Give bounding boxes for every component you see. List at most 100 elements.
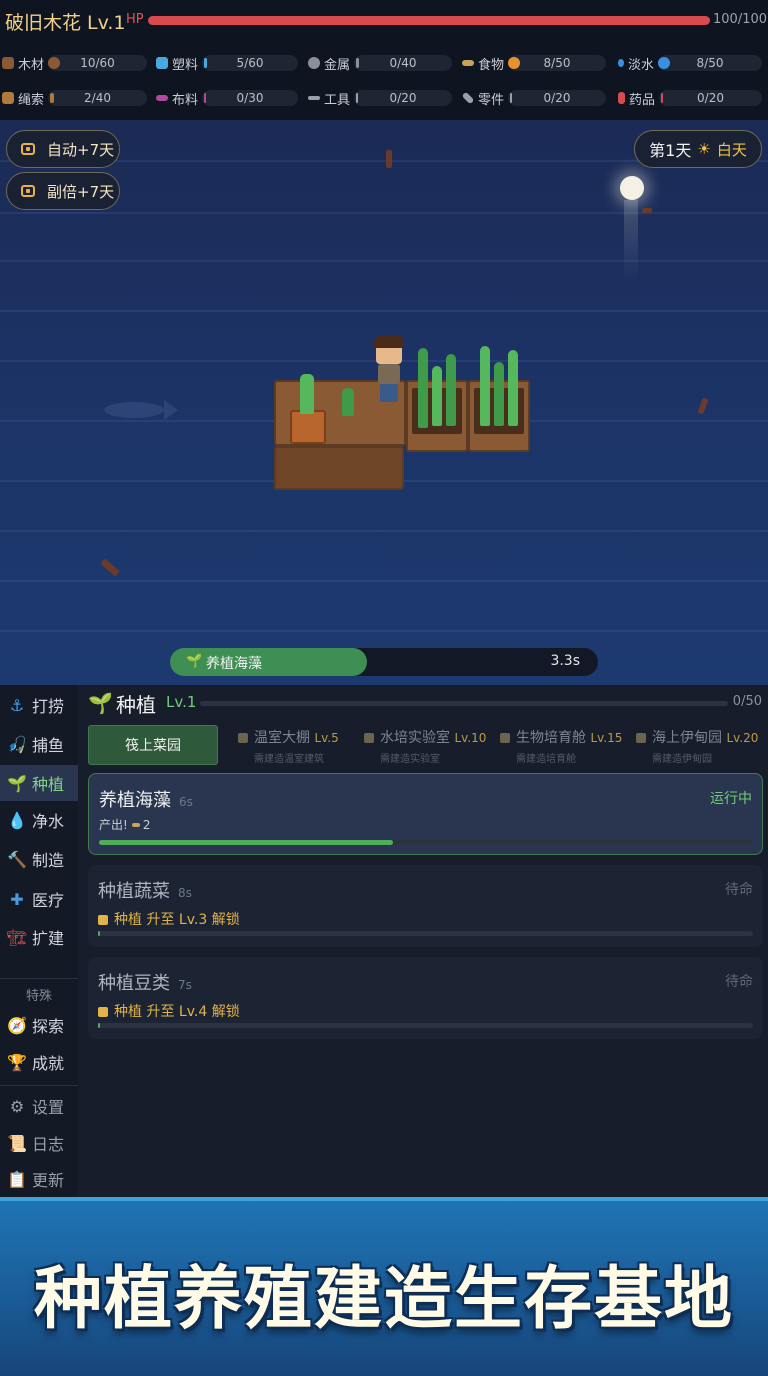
hp-bar	[148, 16, 710, 25]
resource-wood: 木材 10/60	[2, 52, 147, 74]
sidebar-item-explore[interactable]: 🧭 探索	[0, 1007, 78, 1043]
sidebar-item-label: 医疗	[32, 891, 65, 910]
location-name: 海上伊甸园	[652, 730, 722, 746]
action-name: 种植蔬菜	[98, 881, 170, 902]
resource-name: 绳索	[18, 92, 45, 108]
floating-debris[interactable]	[386, 150, 392, 168]
resource-name: 食物	[478, 57, 505, 73]
survivor-character[interactable]	[372, 336, 406, 410]
resource-value: 8/50	[696, 56, 724, 70]
sprout-icon: 🌱	[88, 691, 113, 715]
resource-water: 淡水 8/50	[618, 52, 762, 74]
location-raft-garden-button[interactable]: 筏上菜园	[88, 725, 218, 765]
sidebar-item-label: 日志	[32, 1135, 65, 1154]
hp-label: HP	[126, 12, 144, 27]
location-requirement: 需建造实验室	[380, 754, 440, 765]
locked-location-eden[interactable]: 海上伊甸园 Lv.20 需建造伊甸园	[636, 727, 758, 765]
floating-debris[interactable]	[642, 208, 652, 213]
floating-debris[interactable]	[100, 558, 120, 577]
resource-rope: 绳索 2/40	[2, 87, 147, 109]
raft[interactable]	[272, 336, 534, 492]
resource-value: 2/40	[84, 91, 111, 105]
double-7-days-button[interactable]: 副倍+7天	[6, 172, 120, 210]
kelp-plant	[480, 346, 490, 426]
resource-name: 工具	[324, 92, 351, 108]
skill-panel: ⚓ 打捞 🎣 捕鱼 🌱 种植 💧 净水 🔨 制造 ✚ 医疗 🏗 扩建 特殊 🧭 …	[0, 685, 768, 1197]
hp-value: 100/100	[713, 12, 768, 27]
output-value: 2	[142, 818, 151, 832]
sidebar-item-achievements[interactable]: 🏆 成就	[0, 1044, 78, 1080]
location-label: 筏上菜园	[125, 738, 181, 754]
kelp-plant	[494, 362, 504, 426]
anchor-icon: ⚓	[9, 695, 25, 715]
sidebar-item-fishing[interactable]: 🎣 捕鱼	[0, 726, 78, 762]
locked-location-bio-pod[interactable]: 生物培育舱 Lv.15 需建造培育舱	[500, 727, 622, 765]
auto-7-days-button[interactable]: 自动+7天	[6, 130, 120, 168]
sidebar-item-medical[interactable]: ✚ 医疗	[0, 881, 78, 917]
hammer-icon: 🔨	[7, 849, 27, 869]
trophy-icon: 🏆	[7, 1052, 27, 1072]
floating-debris[interactable]	[697, 397, 709, 415]
sidebar-item-label: 设置	[32, 1098, 65, 1117]
action-card-beans[interactable]: 种植豆类 7s 待命 种植 升至 Lv.4 解锁	[88, 957, 763, 1039]
food-icon	[131, 823, 140, 827]
locked-location-hydroponics[interactable]: 水培实验室 Lv.10 需建造实验室	[364, 727, 486, 765]
sidebar-item-settings[interactable]: ⚙ 设置	[0, 1088, 78, 1124]
day-indicator: 第1天 ☀ 白天	[634, 130, 762, 168]
location-level: Lv.20	[726, 731, 759, 745]
parts-icon	[461, 91, 475, 105]
special-section-label: 特殊	[25, 989, 52, 1004]
xp-bar	[200, 701, 728, 706]
sidebar-item-label: 更新	[32, 1171, 65, 1190]
resource-food: 食物 8/50	[462, 52, 606, 74]
sidebar-item-updates[interactable]: 📋 更新	[0, 1161, 78, 1197]
sidebar-item-purify[interactable]: 💧 净水	[0, 802, 78, 838]
sidebar-item-salvage[interactable]: ⚓ 打捞	[0, 687, 78, 723]
metal-icon	[308, 57, 320, 69]
action-name: 种植豆类	[98, 973, 170, 994]
lock-icon	[500, 733, 510, 743]
sidebar-item-label: 探索	[32, 1017, 65, 1036]
kelp-plant	[508, 350, 518, 426]
action-card-seaweed[interactable]: 养植海藻 6s 运行中 产出! 2	[88, 773, 763, 855]
clipboard-icon: 📋	[7, 1169, 27, 1189]
daytime-label: 白天	[716, 140, 747, 159]
action-progress	[98, 1023, 753, 1028]
action-duration: 6s	[179, 795, 193, 809]
sprout-icon: 🌱	[7, 773, 27, 793]
lock-icon	[636, 733, 646, 743]
resource-medicine: 药品 0/20	[618, 87, 762, 109]
kelp-plant	[432, 366, 442, 426]
xp-value: 0/50	[732, 694, 762, 709]
resource-value: 8/50	[543, 56, 571, 70]
resource-name: 木材	[18, 57, 45, 73]
resource-name: 零件	[478, 92, 505, 108]
sprout-icon: 🌱	[186, 654, 203, 669]
medicine-icon	[618, 92, 625, 104]
action-progress	[99, 840, 752, 845]
plastic-icon	[156, 57, 168, 69]
cloth-icon	[156, 95, 168, 101]
auto-7-days-label: 自动+7天	[47, 140, 115, 159]
game-viewport[interactable]: 自动+7天 副倍+7天 第1天 ☀ 白天	[0, 120, 768, 685]
sidebar-item-expand[interactable]: 🏗 扩建	[0, 919, 78, 955]
locked-location-greenhouse[interactable]: 温室大棚 Lv.5 需建造温室建筑	[238, 727, 339, 765]
food-icon	[462, 60, 474, 66]
location-name: 生物培育舱	[516, 730, 586, 746]
sidebar-item-planting[interactable]: 🌱 种植	[0, 765, 78, 801]
action-duration: 8s	[178, 886, 192, 900]
resource-plastic: 塑料 5/60	[156, 52, 298, 74]
panel-title: 种植	[116, 693, 156, 717]
sidebar-item-crafting[interactable]: 🔨 制造	[0, 841, 78, 877]
location-requirement: 需建造培育舱	[516, 754, 576, 765]
action-name: 养植海藻	[99, 790, 171, 811]
day-count: 第1天	[649, 141, 692, 160]
scroll-icon: 📜	[7, 1133, 27, 1153]
action-card-vegetables[interactable]: 种植蔬菜 8s 待命 种植 升至 Lv.3 解锁	[88, 865, 763, 947]
unlock-requirement: 种植 升至 Lv.4 解锁	[114, 1004, 240, 1020]
resource-parts: 零件 0/20	[461, 87, 606, 109]
gear-icon: ⚙	[9, 1096, 25, 1116]
seedling	[342, 388, 354, 416]
sidebar-item-log[interactable]: 📜 日志	[0, 1125, 78, 1161]
sidebar: ⚓ 打捞 🎣 捕鱼 🌱 种植 💧 净水 🔨 制造 ✚ 医疗 🏗 扩建 特殊 🧭 …	[0, 685, 78, 1197]
